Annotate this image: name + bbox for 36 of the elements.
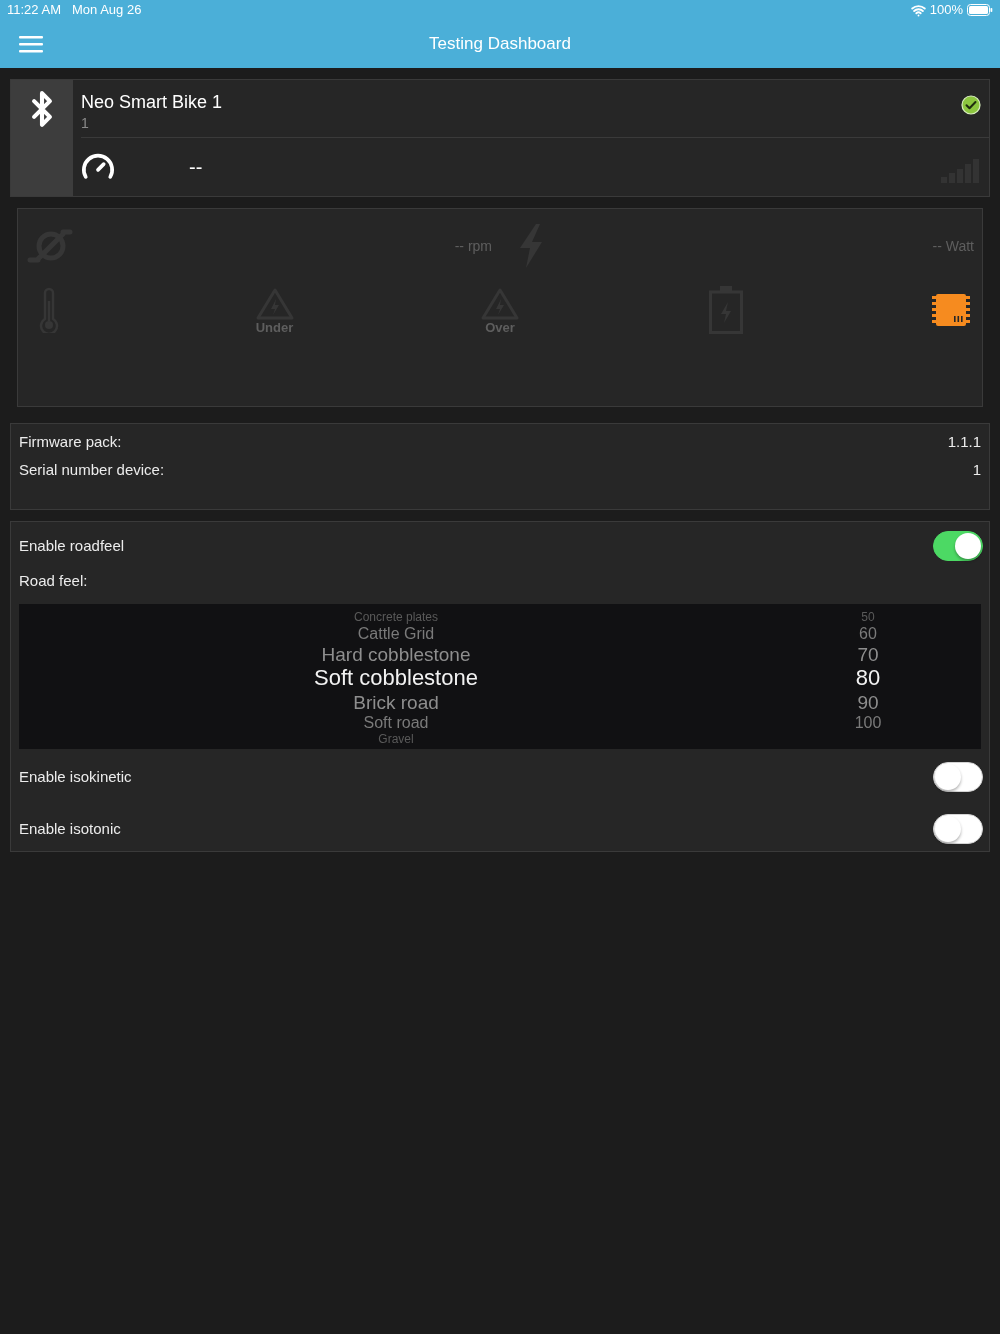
indicator-label: Over bbox=[485, 320, 515, 334]
picker-value: 70 bbox=[857, 644, 879, 664]
device-subtitle: 1 bbox=[81, 114, 90, 132]
setting-label: Enable isokinetic bbox=[19, 766, 132, 787]
picker-value: 60 bbox=[859, 625, 877, 642]
setting-label: Enable roadfeel bbox=[19, 535, 125, 556]
battery-icon bbox=[967, 4, 993, 16]
info-label: Firmware pack: bbox=[19, 431, 122, 452]
picker-value: 90 bbox=[857, 692, 879, 712]
toggle-switch[interactable] bbox=[933, 814, 983, 844]
power-reading: -- Watt bbox=[932, 236, 974, 256]
picker-option[interactable]: Soft road bbox=[363, 714, 429, 731]
picker-value: 100 bbox=[854, 714, 882, 731]
info-value: 1.1.1 bbox=[947, 431, 981, 452]
info-label: Serial number device: bbox=[19, 459, 165, 480]
battery-percent: 100% bbox=[929, 1, 963, 20]
picker-option[interactable]: Hard cobblestone bbox=[321, 644, 471, 664]
indicator-label: Under bbox=[255, 320, 294, 334]
picker-option[interactable]: Soft cobblestone bbox=[314, 667, 478, 689]
speed-reading: -- bbox=[189, 155, 203, 180]
page-title: Testing Dashboard bbox=[429, 33, 571, 56]
setting-label: Enable isotonic bbox=[19, 818, 121, 839]
wifi-icon bbox=[910, 2, 926, 18]
toggle-switch[interactable] bbox=[933, 531, 983, 561]
info-value: 1 bbox=[972, 459, 981, 480]
setting-label: Road feel: bbox=[19, 570, 88, 591]
toggle-switch[interactable] bbox=[933, 762, 983, 792]
road-feel-picker[interactable]: Concrete plates 50 Cattle Grid 60 Hard cobblestone 70 Soft cobblestone 80 Brick road 90 Soft road 100 Gravel bbox=[19, 604, 981, 749]
status-time: 11:22 AM bbox=[7, 1, 61, 20]
picker-value: 80 bbox=[855, 667, 881, 689]
picker-option[interactable]: Cattle Grid bbox=[357, 625, 435, 642]
status-date: Mon Aug 26 bbox=[71, 1, 142, 20]
picker-option[interactable]: Brick road bbox=[353, 692, 439, 712]
device-name: Neo Smart Bike 1 bbox=[81, 91, 223, 114]
cadence-reading: -- rpm bbox=[454, 236, 492, 256]
menu-icon bbox=[19, 35, 43, 53]
